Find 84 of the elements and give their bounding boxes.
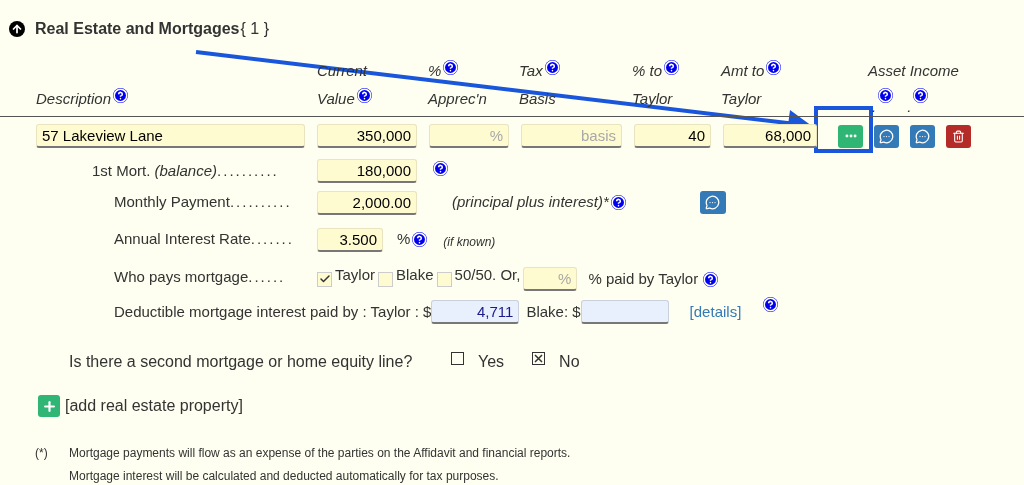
field-label: Who pays mortgage: [114, 266, 249, 287]
option-label: Yes: [478, 352, 505, 372]
speech-bubble-icon: [879, 128, 894, 144]
percent-field[interactable]: 40: [634, 124, 711, 148]
field-label: Monthly Payment: [114, 192, 230, 213]
cross-icon: [534, 353, 544, 363]
checkbox-label: Taylor: [335, 264, 375, 285]
blake-interest-field[interactable]: [580, 300, 669, 324]
column-mark: .: [907, 97, 912, 117]
help-icon[interactable]: [610, 195, 626, 210]
trash-icon: [952, 129, 965, 143]
column-heading: Apprec'n: [428, 89, 487, 109]
help-icon[interactable]: [763, 296, 779, 312]
field-label: Annual Interest Rate: [114, 229, 251, 250]
help-icon[interactable]: [113, 88, 129, 103]
footnote-text: Mortgage interest will be calculated and deducted automatically for tax purposes.: [69, 468, 500, 485]
help-icon[interactable]: [433, 160, 448, 176]
field-note: (principal plus interest)*: [452, 192, 609, 213]
answer-checkbox[interactable]: [451, 351, 464, 365]
answer-checkbox[interactable]: [532, 351, 546, 365]
question-text: Is there a second mortgage or home equity line?: [69, 352, 414, 372]
help-icon[interactable]: [913, 88, 929, 103]
payer-checkbox[interactable]: [436, 271, 452, 287]
field-label: % paid by Taylor: [588, 268, 699, 289]
help-icon[interactable]: [878, 88, 894, 103]
more-button[interactable]: [838, 124, 863, 148]
appreciation-field[interactable]: %: [429, 124, 509, 148]
checkbox-label: 50/50. Or,: [454, 264, 521, 285]
checkbox-label: Blake: [396, 264, 434, 285]
column-heading: % to: [632, 61, 662, 81]
details-link[interactable]: [details]: [689, 300, 742, 324]
column-heading: Tax: [519, 61, 543, 81]
footnote-text: Mortgage payments will flow as an expense of the parties on the Affidavit and financial reports.: [69, 445, 571, 462]
balance-field[interactable]: 180,000: [317, 159, 417, 183]
speech-bubble-icon: [915, 128, 930, 144]
help-icon[interactable]: [356, 88, 372, 103]
rate-field[interactable]: 3.500: [317, 227, 383, 252]
field-note: (if known): [443, 233, 496, 251]
comment-button[interactable]: [699, 191, 726, 214]
column-heading: Value: [317, 89, 355, 109]
column-mark: .: [872, 97, 877, 117]
highlight-frame: [814, 106, 873, 153]
help-icon[interactable]: [443, 60, 459, 75]
payer-checkbox[interactable]: [378, 271, 393, 287]
unit-label: %: [397, 229, 411, 250]
add-button[interactable]: [38, 395, 60, 417]
value-field[interactable]: 350,000: [317, 124, 417, 148]
basis-field[interactable]: basis: [521, 124, 622, 148]
amount-field[interactable]: 68,000: [723, 124, 817, 148]
field-label: 1st Mort. (balance): [92, 160, 218, 181]
field-label: Blake: $: [526, 301, 581, 322]
plus-icon: [41, 398, 57, 414]
column-heading: Amt to: [721, 61, 765, 81]
delete-button[interactable]: [946, 124, 971, 148]
collapse-icon[interactable]: [9, 20, 25, 37]
taylor-interest-field[interactable]: 4,711: [431, 300, 520, 324]
help-icon[interactable]: [412, 232, 428, 247]
payer-checkbox[interactable]: [317, 271, 332, 287]
option-label: No: [559, 352, 580, 372]
dot-leader: ..........: [217, 160, 279, 181]
column-heading: Taylor: [632, 89, 673, 109]
help-icon[interactable]: [544, 60, 560, 75]
payer-percent-field[interactable]: %: [523, 267, 578, 291]
comment-button[interactable]: [910, 124, 935, 148]
column-heading: Asset Income: [868, 62, 959, 79]
speech-bubble-icon: [705, 195, 721, 210]
add-property-label[interactable]: [add real estate property]: [65, 394, 243, 418]
dot-leader: ..........: [229, 192, 292, 213]
help-icon[interactable]: [664, 60, 679, 75]
payment-field[interactable]: 2,000.00: [317, 190, 417, 215]
column-heading: Taylor: [721, 89, 762, 109]
column-heading: Description: [36, 89, 112, 109]
column-heading: Basis: [519, 89, 556, 109]
description-field[interactable]: 57 Lakeview Lane: [36, 124, 305, 148]
footnote-marker: (*): [35, 445, 49, 462]
column-heading: %: [428, 61, 442, 81]
help-icon[interactable]: [766, 60, 782, 75]
field-label: Deductible mortgage interest paid by : Taylor : $: [114, 301, 432, 322]
help-icon[interactable]: [703, 271, 719, 287]
item-count: { 1 }: [240, 18, 269, 39]
dot-leader: ......: [248, 266, 286, 287]
section-title: Real Estate and Mortgages: [35, 18, 240, 39]
dot-leader: .......: [250, 229, 294, 250]
comment-button[interactable]: [874, 124, 899, 148]
